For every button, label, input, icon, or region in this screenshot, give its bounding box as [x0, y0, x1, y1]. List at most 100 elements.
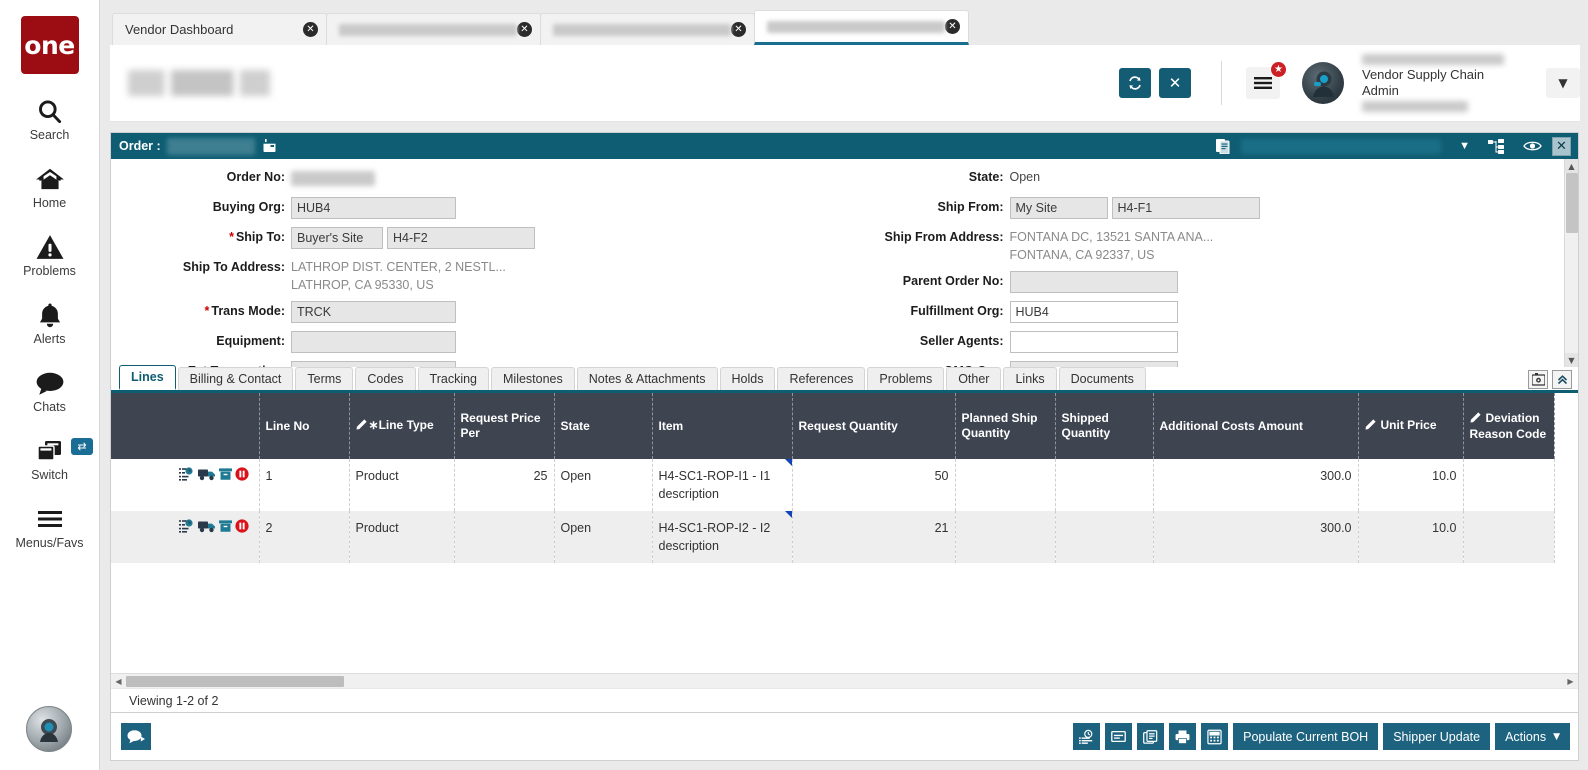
sidebar-item-alerts[interactable]: Alerts [0, 300, 99, 346]
window-tab-2[interactable]: ✕ [326, 13, 541, 45]
document-copy-icon[interactable] [1216, 138, 1231, 154]
history-list-icon[interactable] [1073, 723, 1100, 750]
chat-play-icon[interactable] [121, 723, 151, 750]
hold-stop-icon[interactable] [235, 467, 249, 486]
hscroll-thumb[interactable] [126, 676, 344, 687]
window-tab-4-active[interactable]: ✕ [754, 10, 969, 45]
grid-settings-icon[interactable] [1528, 370, 1548, 389]
calendar-icon[interactable] [263, 139, 276, 153]
col-request-price-per[interactable]: Request Price Per [454, 393, 554, 459]
shipper-update-button[interactable]: Shipper Update [1383, 723, 1490, 750]
tab-links[interactable]: Links [1003, 367, 1056, 390]
grid-horizontal-scrollbar[interactable]: ◀ ▶ [111, 673, 1578, 688]
scroll-up-icon[interactable]: ▲ [1565, 159, 1578, 173]
table-row[interactable]: 2 Product Open H4-SC1-ROP-I2 - I2 descri… [111, 511, 1554, 563]
scroll-left-icon[interactable]: ◀ [111, 677, 126, 686]
close-circle-icon[interactable]: ✕ [731, 22, 746, 37]
scroll-right-icon[interactable]: ▶ [1563, 677, 1578, 686]
sidebar-item-home[interactable]: Home [0, 164, 99, 210]
copy-stack-icon[interactable] [1137, 723, 1164, 750]
cell-item[interactable]: H4-SC1-ROP-I2 - I2 description [652, 511, 792, 563]
scroll-thumb[interactable] [1566, 173, 1578, 233]
cell-deviation-reason-code[interactable] [1463, 511, 1554, 563]
tab-milestones[interactable]: Milestones [491, 367, 575, 390]
cell-item[interactable]: H4-SC1-ROP-I1 - I1 description [652, 459, 792, 511]
col-unit-price[interactable]: Unit Price [1358, 393, 1463, 459]
app-logo[interactable]: one [21, 16, 79, 74]
hierarchy-icon[interactable] [1488, 139, 1505, 154]
col-line-type[interactable]: ∗Line Type [349, 393, 454, 459]
tab-tracking[interactable]: Tracking [418, 367, 489, 390]
schedule-list-icon[interactable] [179, 519, 195, 538]
close-circle-icon[interactable]: ✕ [945, 19, 960, 34]
cell-deviation-reason-code[interactable] [1463, 459, 1554, 511]
buying-org-input[interactable]: HUB4 [291, 197, 456, 219]
close-circle-icon[interactable]: ✕ [303, 22, 318, 37]
close-x-icon[interactable]: ✕ [1159, 68, 1191, 98]
ship-from-type-input[interactable]: My Site [1010, 197, 1108, 219]
sidebar-item-problems[interactable]: Problems [0, 232, 99, 278]
tab-codes[interactable]: Codes [355, 367, 415, 390]
col-request-quantity[interactable]: Request Quantity [792, 393, 955, 459]
fulfillment-org-input[interactable]: HUB4 [1010, 301, 1178, 323]
close-circle-icon[interactable]: ✕ [517, 22, 532, 37]
cell-line-no[interactable]: 1 [259, 459, 349, 511]
card-icon[interactable] [1105, 723, 1132, 750]
tab-holds[interactable]: Holds [720, 367, 776, 390]
caret-down-icon[interactable]: ▼ [1459, 140, 1470, 152]
sidebar-item-search[interactable]: Search [0, 96, 99, 142]
agent-avatar-icon[interactable] [26, 706, 72, 752]
package-icon[interactable] [219, 467, 232, 486]
col-line-no[interactable]: Line No [259, 393, 349, 459]
parent-order-no-input[interactable] [1010, 271, 1178, 293]
tab-billing-contact[interactable]: Billing & Contact [178, 367, 294, 390]
tab-problems[interactable]: Problems [867, 367, 944, 390]
cell-line-type[interactable]: Product [349, 459, 454, 511]
schedule-list-icon[interactable] [179, 467, 195, 486]
cell-unit-price[interactable]: 10.0 [1358, 459, 1463, 511]
ship-to-site-input[interactable]: H4-F2 [387, 227, 535, 249]
ship-to-type-input[interactable]: Buyer's Site [291, 227, 383, 249]
collapse-up-icon[interactable] [1552, 370, 1572, 389]
sidebar-item-menus-favs[interactable]: Menus/Favs [0, 504, 99, 550]
truck-icon[interactable] [198, 467, 216, 486]
tab-documents[interactable]: Documents [1059, 367, 1146, 390]
col-item[interactable]: Item [652, 393, 792, 459]
tab-lines[interactable]: Lines [119, 365, 176, 390]
swap-arrows-icon[interactable]: ⇄ [71, 438, 93, 455]
equipment-input[interactable] [291, 331, 456, 353]
hold-stop-icon[interactable] [235, 519, 249, 538]
populate-current-boh-button[interactable]: Populate Current BOH [1233, 723, 1378, 750]
col-state[interactable]: State [554, 393, 652, 459]
sidebar-item-switch[interactable]: ⇄ Switch [0, 436, 99, 482]
hamburger-menu-icon[interactable]: ★ [1246, 67, 1280, 99]
chevron-down-icon[interactable]: ▼ [1546, 68, 1580, 98]
window-tab-vendor-dashboard[interactable]: Vendor Dashboard ✕ [112, 13, 327, 45]
cell-unit-price[interactable]: 10.0 [1358, 511, 1463, 563]
cell-line-no[interactable]: 2 [259, 511, 349, 563]
tab-terms[interactable]: Terms [295, 367, 353, 390]
col-shipped-quantity[interactable]: Shipped Quantity [1055, 393, 1153, 459]
col-deviation-reason-code[interactable]: Deviation Reason Code [1463, 393, 1554, 459]
ship-from-site-input[interactable]: H4-F1 [1112, 197, 1260, 219]
col-planned-ship-quantity[interactable]: Planned Ship Quantity [955, 393, 1055, 459]
sidebar-item-chats[interactable]: Chats [0, 368, 99, 414]
tab-notes-attachments[interactable]: Notes & Attachments [577, 367, 718, 390]
order-panel-close-icon[interactable]: ✕ [1552, 137, 1571, 156]
calculator-icon[interactable] [1201, 723, 1228, 750]
package-icon[interactable] [219, 519, 232, 538]
window-tab-3[interactable]: ✕ [540, 13, 755, 45]
tab-other[interactable]: Other [946, 367, 1001, 390]
col-additional-costs-amount[interactable]: Additional Costs Amount [1153, 393, 1358, 459]
refresh-icon[interactable] [1119, 68, 1151, 98]
form-vertical-scrollbar[interactable]: ▲ ▼ [1564, 159, 1578, 367]
table-row[interactable]: 1 Product 25 Open H4-SC1-ROP-I1 - I1 des… [111, 459, 1554, 511]
scroll-down-icon[interactable]: ▼ [1565, 353, 1578, 367]
tab-references[interactable]: References [777, 367, 865, 390]
printer-icon[interactable] [1169, 723, 1196, 750]
seller-agents-input[interactable] [1010, 331, 1178, 353]
col-row-actions[interactable] [111, 393, 259, 459]
eye-icon[interactable] [1523, 139, 1542, 153]
trans-mode-input[interactable]: TRCK [291, 301, 456, 323]
actions-button[interactable]: Actions▼ [1495, 723, 1570, 750]
